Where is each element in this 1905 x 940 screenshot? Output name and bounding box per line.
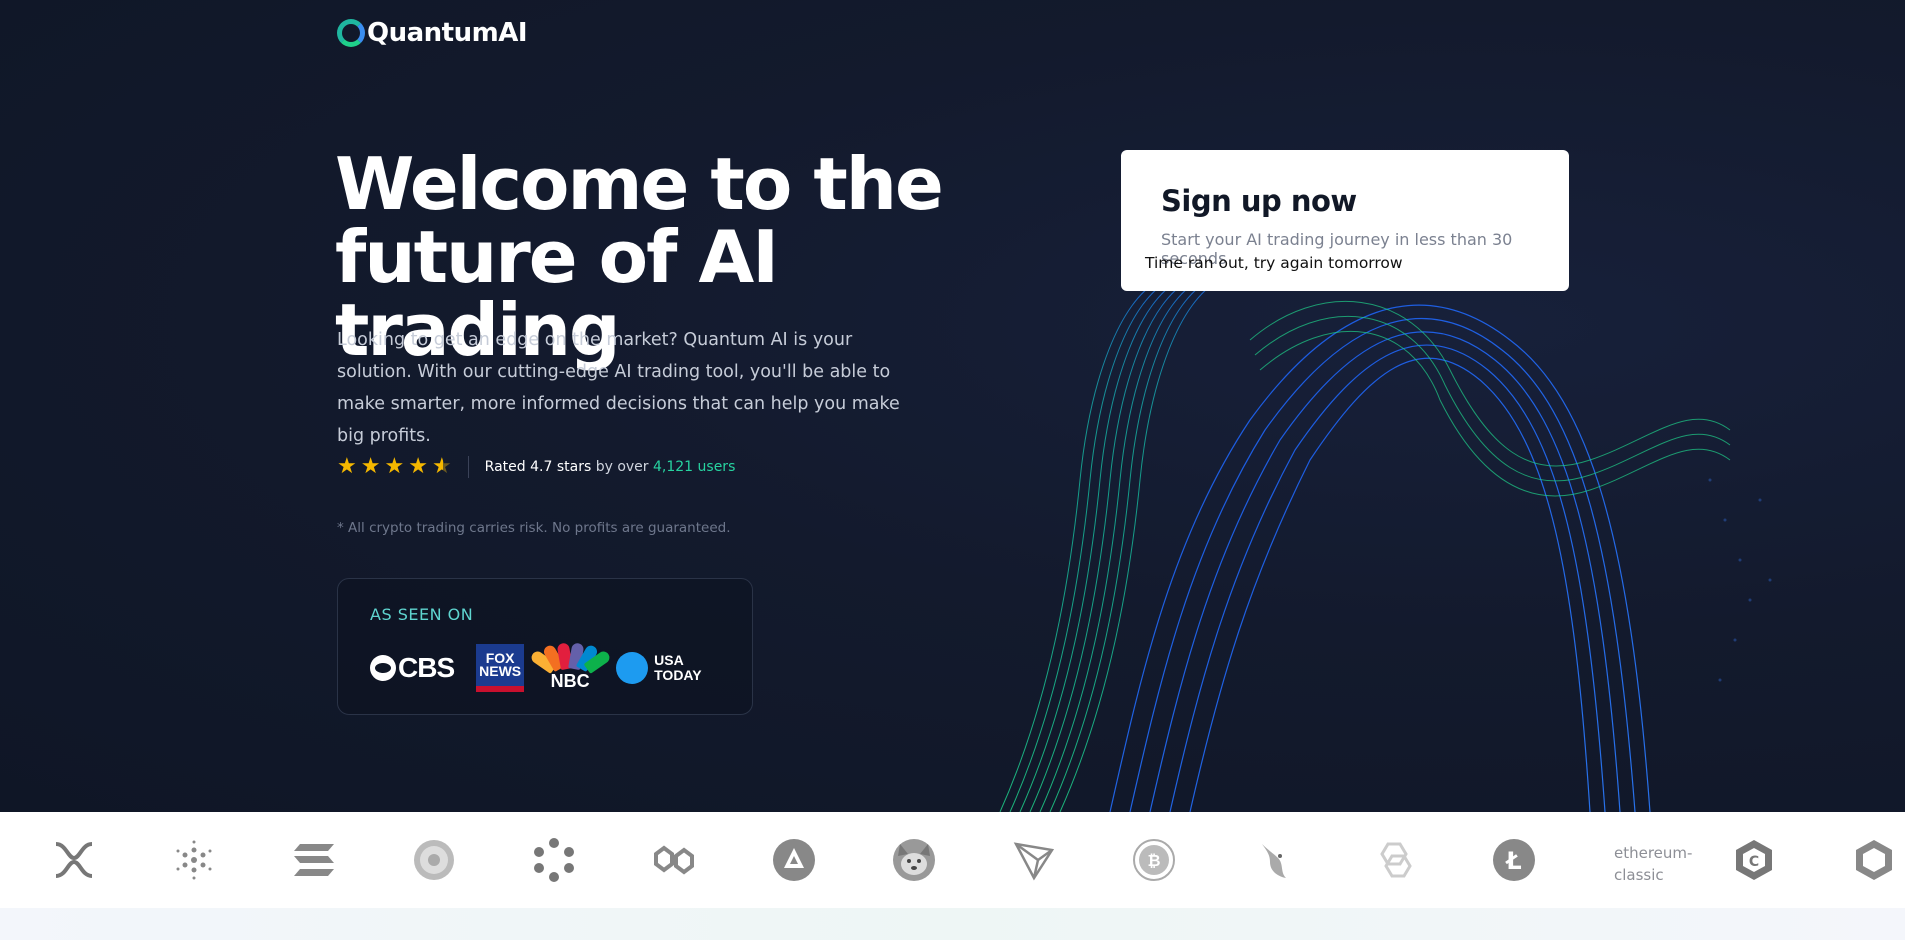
avalanche-icon [770, 836, 818, 884]
dogecoin-icon [410, 836, 458, 884]
bitcoin-icon: ₿ [1130, 836, 1178, 884]
svg-text:₿: ₿ [1147, 851, 1160, 870]
rating-users: 4,121 users [653, 459, 736, 475]
ethereum-classic-icon: ethereum-classic [1614, 844, 1693, 884]
uniswap-icon [1250, 836, 1298, 884]
rating-divider [467, 456, 469, 478]
logo-text: QuantumAI [367, 18, 528, 48]
logo-q-icon [337, 19, 365, 47]
tron-icon [1010, 836, 1058, 884]
signup-timeout-message: Time ran out, try again tomorrow [1145, 254, 1403, 272]
usa-today-logo-text: USA TODAY [654, 651, 702, 683]
xrp-icon [50, 836, 98, 884]
rating-row: ★ ★ ★ ★ ★ Rated 4.7 stars by over 4,121 … [337, 456, 735, 478]
star-icon: ★ [360, 454, 381, 479]
signup-title: Sign up now [1161, 184, 1357, 218]
hero-description: Looking to get an edge on the market? Qu… [337, 330, 900, 446]
cbs-eye-icon [370, 654, 396, 681]
as-seen-on-title: AS SEEN ON [370, 605, 474, 624]
usa-today-logo: USA TODAY [616, 651, 714, 684]
ai-wave-graphic [999, 280, 1772, 812]
fox-news-logo: FOX NEWS [476, 643, 525, 692]
polygon-icon [650, 836, 698, 884]
solana-icon [290, 836, 338, 884]
cronos-icon: C [1730, 836, 1778, 884]
star-rating: ★ ★ ★ ★ ★ [337, 456, 452, 478]
as-seen-on-box: AS SEEN ON CBS FOX NEWS NBC USA TODAY [337, 578, 753, 715]
signup-card: Sign up now Start your AI trading journe… [1121, 150, 1569, 291]
cbs-logo-text: CBS [398, 651, 455, 683]
headline-line-1: Welcome to the [335, 142, 944, 226]
shiba-inu-icon [890, 836, 938, 884]
half-star-icon: ★ [431, 454, 452, 479]
quantumai-logo[interactable]: QuantumAI [337, 18, 528, 48]
rating-middle: by over [595, 459, 649, 475]
risk-disclaimer: * All crypto trading carries risk. No pr… [337, 520, 731, 536]
nbc-logo-text: NBC [550, 671, 590, 691]
star-icon: ★ [408, 454, 428, 479]
media-logos: CBS FOX NEWS NBC USA TODAY [370, 642, 714, 692]
nbc-peacock-icon [529, 642, 612, 674]
svg-text:Ł: Ł [1504, 847, 1521, 875]
hexagon-coin-icon [1850, 836, 1898, 884]
rating-text: Rated 4.7 stars by over 4,121 users [485, 459, 736, 475]
cardano-icon [170, 836, 218, 884]
usa-today-dot-icon [616, 651, 649, 684]
star-icon: ★ [384, 454, 405, 479]
svg-text:C: C [1749, 854, 1759, 870]
chainlink-icon [1370, 836, 1418, 884]
crypto-coin-strip: ₿ Ł ethereum-classic C [0, 812, 1905, 909]
fox-news-logo-text: FOX NEWS [479, 649, 522, 679]
cbs-logo: CBS [370, 651, 455, 684]
nbc-logo: NBC [529, 642, 612, 692]
next-section-edge [0, 908, 1905, 940]
hero-section: QuantumAI Welcome to the future of AI tr… [0, 0, 1905, 812]
star-icon: ★ [337, 454, 357, 479]
polkadot-icon [530, 836, 578, 884]
rating-prefix: Rated 4.7 stars [484, 459, 592, 475]
litecoin-icon: Ł [1490, 836, 1538, 884]
